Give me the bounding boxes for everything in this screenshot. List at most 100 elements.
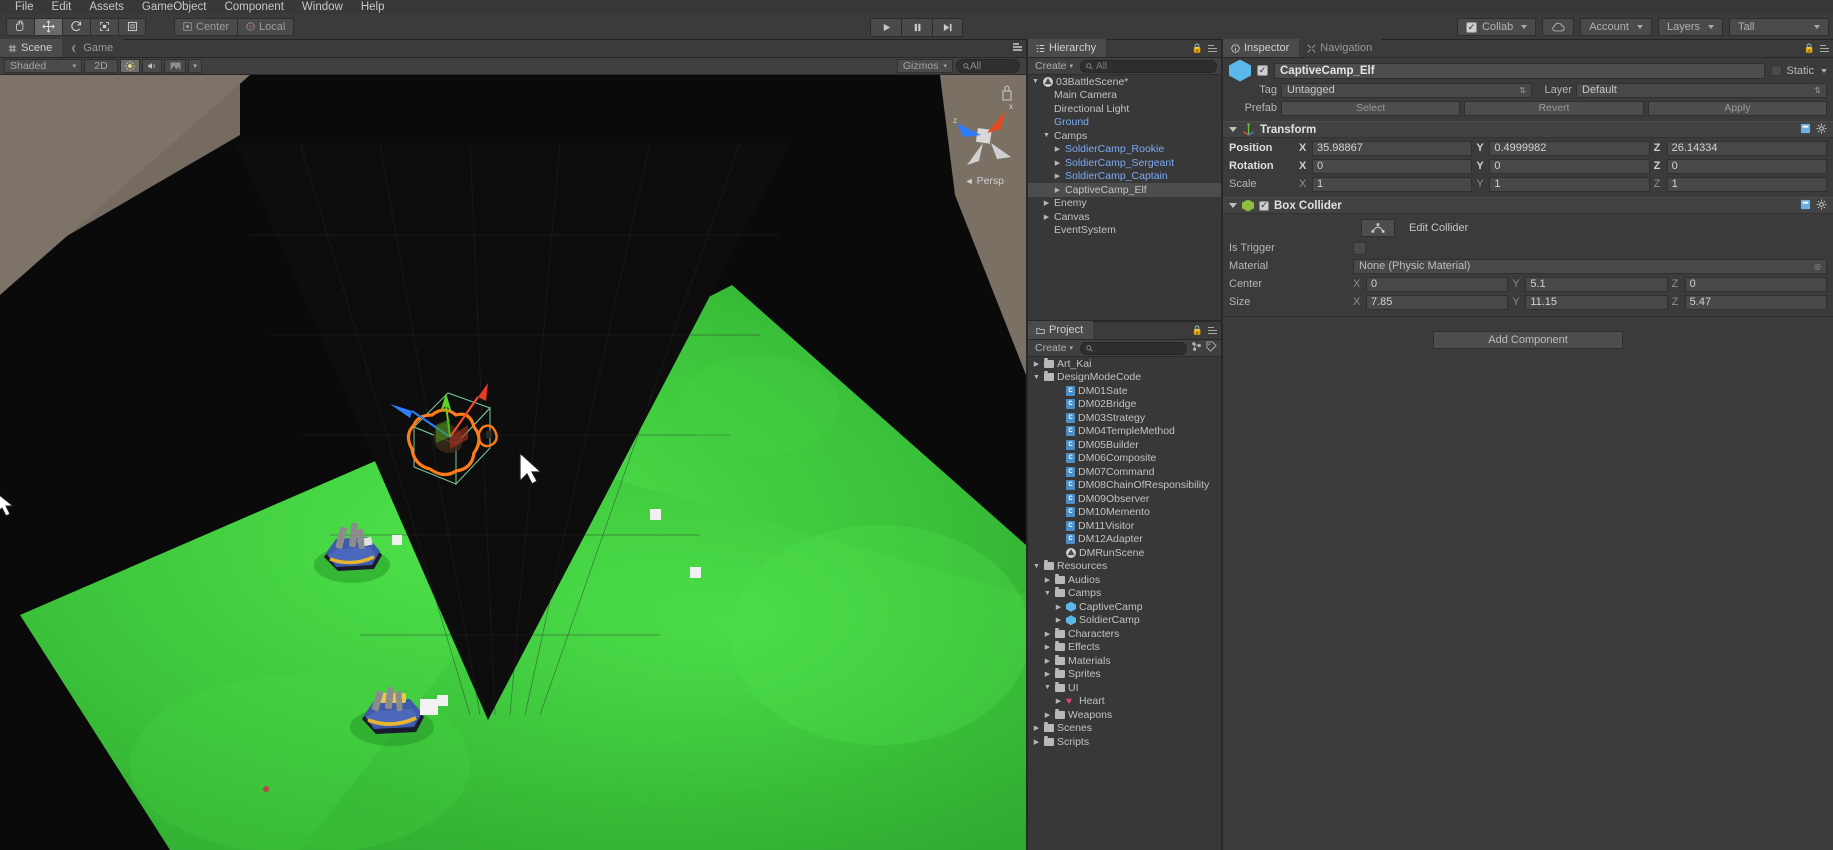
hierarchy-item[interactable]: ▶ SoldierCamp_Sergeant — [1028, 156, 1221, 170]
project-item[interactable]: ·CDM03Strategy — [1028, 411, 1221, 425]
size-x-value[interactable]: 7.85 — [1366, 294, 1509, 310]
menu-item-edit[interactable]: Edit — [43, 0, 81, 14]
project-filter-label-icon[interactable] — [1206, 341, 1217, 355]
foldout-open-icon[interactable]: ▼ — [1032, 374, 1041, 381]
center-z-value[interactable]: 0 — [1684, 276, 1827, 292]
project-item[interactable]: ·CDM10Memento — [1028, 506, 1221, 520]
prefab-revert-button[interactable]: Revert — [1464, 100, 1644, 116]
project-item[interactable]: ▶ Sprites — [1028, 668, 1221, 682]
project-item[interactable]: ▼ DesignModeCode — [1028, 371, 1221, 385]
rotation-x-value[interactable]: 0 — [1312, 158, 1473, 174]
hierarchy-item[interactable]: ▶ SoldierCamp_Captain — [1028, 170, 1221, 184]
object-name-field[interactable]: CaptiveCamp_Elf — [1274, 62, 1766, 79]
position-y-value[interactable]: 0.4999982 — [1489, 140, 1650, 156]
project-item[interactable]: ·CDM11Visitor — [1028, 519, 1221, 533]
foldout-closed-icon[interactable]: ▶ — [1043, 657, 1052, 665]
center-x-field[interactable]: X 0 — [1353, 276, 1509, 292]
hierarchy-item[interactable]: ·Directional Light — [1028, 102, 1221, 116]
foldout-open-icon[interactable]: ▼ — [1032, 563, 1041, 570]
add-component-button[interactable]: Add Component — [1433, 331, 1623, 349]
menu-item-assets[interactable]: Assets — [80, 0, 133, 14]
project-item[interactable]: ▶ Weapons — [1028, 708, 1221, 722]
foldout-open-icon[interactable]: ▼ — [1043, 684, 1052, 691]
panel-menu-icon[interactable] — [1208, 44, 1217, 53]
foldout-arrow-icon[interactable] — [1229, 127, 1237, 132]
tab-project[interactable]: Project — [1028, 321, 1094, 339]
project-item[interactable]: ▶ Art_Kai — [1028, 357, 1221, 371]
foldout-closed-icon[interactable]: ▶ — [1043, 643, 1052, 651]
tab-inspector[interactable]: Inspector — [1223, 39, 1300, 57]
foldout-closed-icon[interactable]: ▶ — [1054, 697, 1063, 705]
project-search-input[interactable] — [1080, 341, 1187, 355]
project-tree[interactable]: ▶Art_Kai▼DesignModeCode·CDM01Sate·CDM02B… — [1028, 357, 1221, 850]
transform-component-header[interactable]: Transform — [1223, 121, 1833, 138]
foldout-closed-icon[interactable]: ▶ — [1053, 145, 1062, 153]
project-item[interactable]: ·CDM09Observer — [1028, 492, 1221, 506]
hierarchy-item[interactable]: ▶ SoldierCamp_Rookie — [1028, 143, 1221, 157]
project-item[interactable]: ▶ ♥ Heart — [1028, 695, 1221, 709]
edit-collider-button[interactable] — [1361, 219, 1395, 237]
effects-toggle-button[interactable] — [164, 59, 186, 73]
hand-tool-button[interactable] — [6, 17, 34, 36]
center-x-value[interactable]: 0 — [1366, 276, 1509, 292]
static-toggle[interactable]: Static — [1771, 65, 1827, 77]
hierarchy-search-input[interactable]: All — [1080, 59, 1217, 73]
project-item[interactable]: ▶ Characters — [1028, 627, 1221, 641]
project-item[interactable]: ▶ Scenes — [1028, 722, 1221, 736]
pivot-rotation-button[interactable]: Local — [237, 17, 295, 36]
is-trigger-checkbox[interactable] — [1353, 241, 1366, 255]
foldout-open-icon[interactable]: ▼ — [1031, 78, 1040, 85]
panel-menu-icon[interactable] — [1820, 44, 1829, 53]
project-item[interactable]: ▼ Camps — [1028, 587, 1221, 601]
rect-tool-button[interactable] — [118, 17, 146, 36]
hierarchy-item[interactable]: ·Ground — [1028, 116, 1221, 130]
menu-item-component[interactable]: Component — [215, 0, 292, 14]
panel-menu-icon[interactable] — [1013, 43, 1022, 51]
project-item[interactable]: ·CDM06Composite — [1028, 452, 1221, 466]
scale-z-field[interactable]: Z 1 — [1654, 176, 1827, 192]
layer-dropdown[interactable]: Default ⇅ — [1576, 82, 1827, 98]
scale-x-value[interactable]: 1 — [1312, 176, 1473, 192]
hierarchy-tree[interactable]: ▼03BattleScene*·Main Camera·Directional … — [1028, 75, 1221, 320]
material-object-field[interactable]: None (Physic Material) ◎ — [1353, 258, 1827, 274]
foldout-closed-icon[interactable]: ▶ — [1032, 738, 1041, 746]
center-z-field[interactable]: Z 0 — [1672, 276, 1827, 292]
lock-icon[interactable]: 🔒 — [1192, 325, 1203, 336]
gizmos-dropdown[interactable]: Gizmos ▾ — [896, 59, 953, 73]
size-x-field[interactable]: X 7.85 — [1353, 294, 1509, 310]
project-create-button[interactable]: Create ▾ — [1032, 342, 1076, 354]
chevron-down-icon[interactable] — [1821, 68, 1827, 73]
rotation-z-value[interactable]: 0 — [1666, 158, 1827, 174]
project-item[interactable]: ·CDM04TempleMethod — [1028, 425, 1221, 439]
audio-toggle-button[interactable] — [142, 59, 162, 73]
center-y-field[interactable]: Y 5.1 — [1512, 276, 1668, 292]
tab-game[interactable]: Game — [62, 39, 124, 57]
layout-button[interactable]: Tall — [1729, 18, 1829, 36]
hierarchy-item[interactable]: ▼ 03BattleScene* — [1028, 75, 1221, 89]
project-item[interactable]: ▶ Audios — [1028, 573, 1221, 587]
scale-y-field[interactable]: Y 1 — [1476, 176, 1650, 192]
position-z-value[interactable]: 26.14334 — [1666, 140, 1827, 156]
pivot-mode-button[interactable]: Center — [174, 17, 238, 36]
foldout-closed-icon[interactable]: ▶ — [1042, 213, 1051, 221]
2d-toggle-button[interactable]: 2D — [84, 59, 118, 73]
hierarchy-create-button[interactable]: Create ▾ — [1032, 60, 1076, 72]
draw-mode-dropdown[interactable]: Shaded ▾ — [4, 59, 82, 73]
scale-z-value[interactable]: 1 — [1666, 176, 1827, 192]
project-item[interactable]: ▶ CaptiveCamp — [1028, 600, 1221, 614]
gear-icon[interactable] — [1816, 123, 1827, 137]
project-item[interactable]: ▶ Materials — [1028, 654, 1221, 668]
collab-button[interactable]: ✓ Collab — [1457, 18, 1537, 36]
rotate-tool-button[interactable] — [62, 17, 90, 36]
center-y-value[interactable]: 5.1 — [1525, 276, 1668, 292]
preset-icon[interactable] — [1800, 123, 1811, 137]
foldout-closed-icon[interactable]: ▶ — [1053, 186, 1062, 194]
hierarchy-item[interactable]: ·EventSystem — [1028, 224, 1221, 238]
size-z-field[interactable]: Z 5.47 — [1672, 294, 1827, 310]
persp-label-group[interactable]: ◄ Persp — [965, 175, 1004, 187]
scene-viewport[interactable]: x z ◄ Persp — [0, 75, 1026, 850]
menu-item-help[interactable]: Help — [352, 0, 394, 14]
menu-item-window[interactable]: Window — [293, 0, 352, 14]
rotation-y-value[interactable]: 0 — [1489, 158, 1650, 174]
project-filter-type-icon[interactable] — [1191, 341, 1202, 355]
